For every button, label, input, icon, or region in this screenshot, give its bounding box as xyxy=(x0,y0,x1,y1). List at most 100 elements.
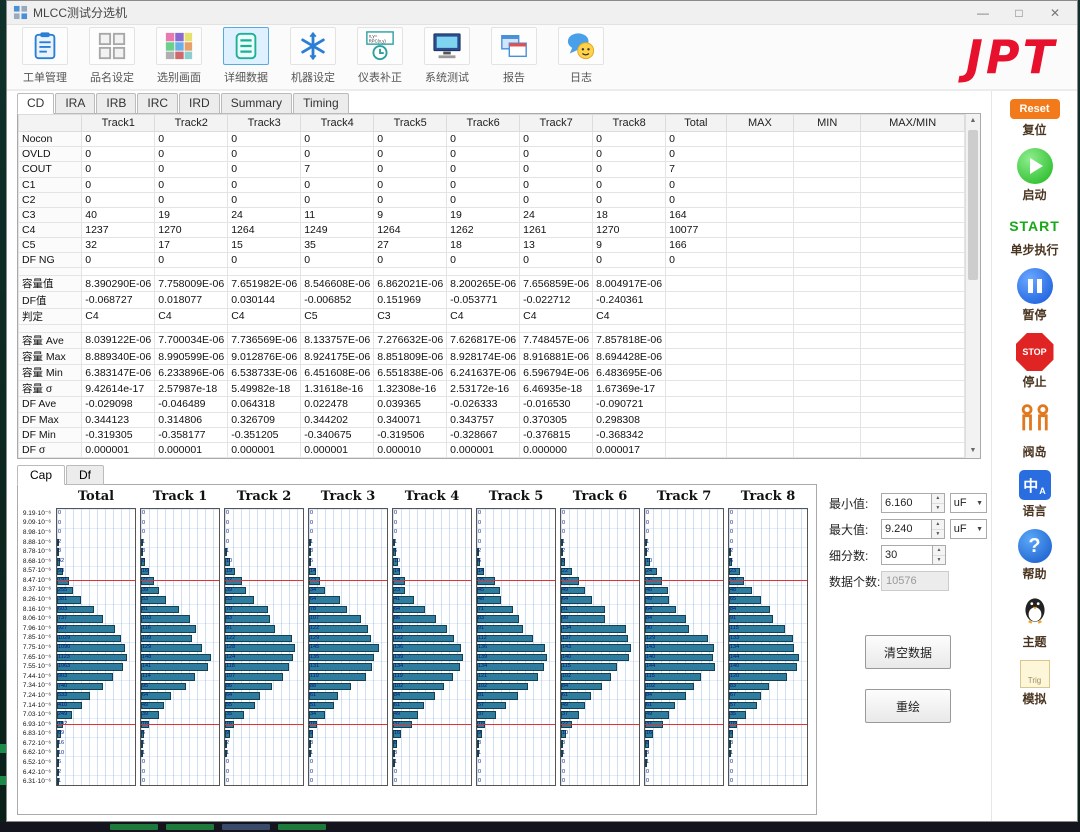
histogram-controls: 最小值: 6.160 ▲▼ uF▼ 最大值: 9.240 ▲▼ uF▼ 细分数:… xyxy=(829,493,987,723)
toolbar-machine-setting[interactable]: 机器设定 xyxy=(281,27,345,87)
toolbar-system-test[interactable]: 系统测试 xyxy=(415,27,479,87)
histogram-plot[interactable]: 0001351423346478107122129145135131119886… xyxy=(308,508,388,786)
bar-value-label: 0 xyxy=(226,760,229,766)
app-window: MLCC测试分选机 — □ ✕ 工单管理品名设定选别画面详细数据机器设定x,y=… xyxy=(6,0,1078,822)
histogram-panel: 9.19·10⁻⁶9.09·10⁻⁶8.98·10⁻⁶8.88·10⁻⁶8.78… xyxy=(17,484,817,815)
bar-value-label: 0 xyxy=(562,770,565,776)
bar-value-label: 84 xyxy=(730,607,736,613)
histogram-plot[interactable]: 0001282236496491901341371431401151028461… xyxy=(560,508,640,786)
scroll-down-icon[interactable]: ▼ xyxy=(966,444,980,458)
sidebar-button-stop[interactable]: STOP停止 xyxy=(1016,333,1054,390)
sidebar-button-language[interactable]: 中A语言 xyxy=(1019,470,1051,519)
table-cell: 0.344202 xyxy=(301,412,374,427)
bar-value-label: 42 xyxy=(58,559,64,565)
taskbar-item[interactable] xyxy=(278,824,326,830)
sidebar-button-label: 复位 xyxy=(1022,121,1046,138)
column-header: Total xyxy=(666,115,727,132)
sidebar-button-step[interactable]: START单步执行 xyxy=(1009,213,1060,258)
min-stepper[interactable]: ▲▼ xyxy=(932,493,945,513)
toolbar-detail-data[interactable]: 详细数据 xyxy=(214,27,278,87)
sidebar-button-help[interactable]: ?帮助 xyxy=(1018,529,1052,582)
tab-ird[interactable]: IRD xyxy=(179,93,220,114)
toolbar-product-name[interactable]: 品名设定 xyxy=(80,27,144,87)
bar-value-label: 410 xyxy=(58,703,67,709)
taskbar-item[interactable] xyxy=(166,824,214,830)
max-stepper[interactable]: ▲▼ xyxy=(932,519,945,539)
tab-irb[interactable]: IRB xyxy=(96,93,136,114)
table-cell: 8.990599E-06 xyxy=(155,348,228,364)
taskbar[interactable] xyxy=(0,822,1080,832)
redraw-button[interactable]: 重绘 xyxy=(865,689,951,723)
histogram-bar xyxy=(645,644,714,652)
table-cell xyxy=(794,381,861,397)
min-input[interactable]: 6.160 xyxy=(881,493,932,513)
scroll-up-icon[interactable]: ▲ xyxy=(966,114,980,128)
bins-input[interactable]: 30 xyxy=(881,545,933,565)
table-cell: 6.451608E-06 xyxy=(301,365,374,381)
meter-calibration-icon: x,y=RPC(x,y) xyxy=(357,27,403,65)
clear-data-button[interactable]: 清空数据 xyxy=(865,635,951,669)
limit-line xyxy=(393,724,471,725)
histogram-plot[interactable]: 0001381627395381103116109129148141114956… xyxy=(140,508,220,786)
table-cell: C5 xyxy=(301,308,374,324)
bar-value-label: 109 xyxy=(142,636,151,642)
table-cell: -0.026333 xyxy=(447,397,520,412)
histogram-tab-cap[interactable]: Cap xyxy=(17,465,65,485)
bar-value-label: 19 xyxy=(226,569,232,575)
histogram-plot[interactable]: 0000262330486584911151331341441401208367… xyxy=(728,508,808,786)
table-scrollbar[interactable]: ▲ ▼ xyxy=(965,114,980,458)
tab-irc[interactable]: IRC xyxy=(137,93,178,114)
bins-stepper[interactable]: ▲▼ xyxy=(933,545,946,565)
table-cell: 35 xyxy=(301,238,374,253)
sidebar-button-simulate[interactable]: Trig模拟 xyxy=(1020,660,1050,707)
table-cell xyxy=(447,268,520,276)
histogram-plot[interactable]: 0001610142423416486107122136139134119102… xyxy=(392,508,472,786)
bar-value-label: 0 xyxy=(58,521,61,527)
table-cell: -0.006852 xyxy=(301,292,374,308)
toolbar-log[interactable]: 日志 xyxy=(549,27,613,87)
sidebar-button-pause[interactable]: 暂停 xyxy=(1017,268,1053,323)
taskbar-item[interactable] xyxy=(222,824,270,830)
sidebar-button-theme[interactable]: 主题 xyxy=(1018,592,1052,650)
max-input[interactable]: 9.240 xyxy=(881,519,932,539)
bar-value-label: 134 xyxy=(562,626,571,632)
table-cell xyxy=(794,308,861,324)
sidebar-button-valve[interactable]: 阀岛 xyxy=(1017,400,1053,460)
histogram-plot[interactable]: 0000261435454871839111213613913412110281… xyxy=(476,508,556,786)
histogram-tab-df[interactable]: Df xyxy=(66,465,104,485)
bar-value-label: 39 xyxy=(142,712,148,718)
histogram-plot[interactable]: 0001210243648496484901291431401441151028… xyxy=(644,508,724,786)
toolbar-report[interactable]: 报告 xyxy=(482,27,546,87)
bar-value-label: 91 xyxy=(562,607,568,613)
maximize-button[interactable]: □ xyxy=(1001,2,1037,24)
toolbar-sorting-screen[interactable]: 选别画面 xyxy=(147,27,211,87)
toolbar-work-order[interactable]: 工单管理 xyxy=(13,27,77,87)
toolbar-meter-calibration[interactable]: x,y=RPC(x,y)仪表补正 xyxy=(348,27,412,87)
tab-ira[interactable]: IRA xyxy=(55,93,95,114)
minimize-button[interactable]: — xyxy=(965,2,1001,24)
sidebar-button-reset[interactable]: Reset复位 xyxy=(1010,99,1060,138)
sidebar-button-start[interactable]: 启动 xyxy=(1017,148,1053,203)
table-cell xyxy=(861,268,965,276)
scroll-thumb[interactable] xyxy=(968,130,978,280)
max-unit-select[interactable]: uF▼ xyxy=(950,519,987,539)
tab-cd[interactable]: CD xyxy=(17,93,54,114)
tab-timing[interactable]: Timing xyxy=(293,93,349,114)
histogram-plot[interactable]: 0000110193239537983911221281241181078664… xyxy=(224,508,304,786)
bar-value-label: 22 xyxy=(562,569,568,575)
table-row: DF Max0.3441230.3148060.3267090.3442020.… xyxy=(19,412,965,427)
min-value: 6.160 xyxy=(885,497,913,509)
table-cell xyxy=(794,222,861,237)
tab-summary[interactable]: Summary xyxy=(221,93,292,114)
bar-value-label: 45 xyxy=(478,588,484,594)
table-cell xyxy=(726,324,793,332)
bar-value-label: 0 xyxy=(730,521,733,527)
taskbar-item[interactable] xyxy=(110,824,158,830)
table-cell: 6.862021E-06 xyxy=(374,276,447,292)
min-unit-select[interactable]: uF▼ xyxy=(950,493,987,513)
y-axis-tick-label: 6.62·10⁻⁶ xyxy=(23,748,51,756)
bar-value-label: 1 xyxy=(562,751,565,757)
table-cell: 9 xyxy=(593,238,666,253)
histogram-plot[interactable]: 0002842931912553816037379271029109011231… xyxy=(56,508,136,786)
close-button[interactable]: ✕ xyxy=(1037,2,1073,24)
